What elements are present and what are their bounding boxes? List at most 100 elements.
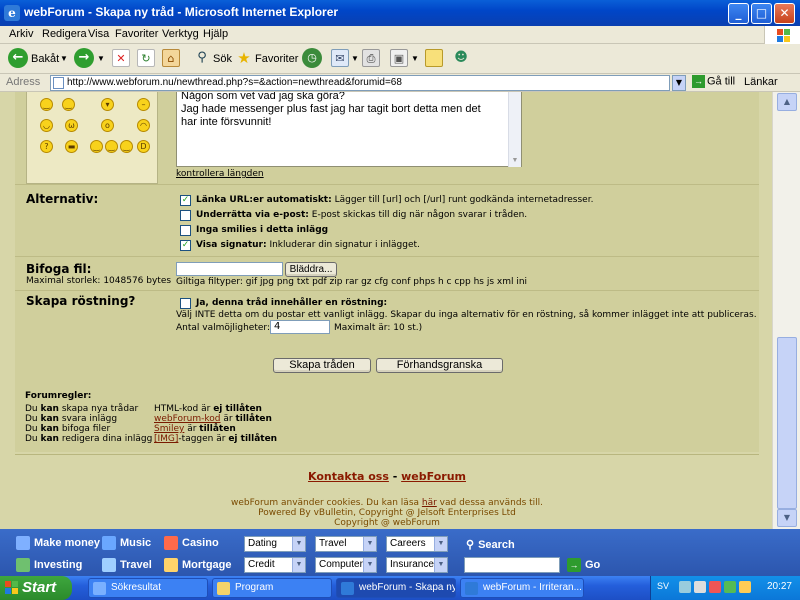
ad-search-input[interactable] [464,557,560,573]
page-scrollbar[interactable]: ▲ ▼ [772,92,800,529]
check-length-link[interactable]: kontrollera längden [176,169,264,179]
tray-icon[interactable] [709,581,721,593]
smiley-link[interactable]: Smiley [154,424,184,434]
message-textarea[interactable]: Någon som vet vad jag ska göra? Jag hade… [176,92,522,167]
textarea-scrollbar[interactable]: ▼ [508,92,521,167]
search-link[interactable]: ⚲ Search [466,538,515,551]
auto-link-checkbox[interactable]: ✓ [180,195,191,206]
investing-link[interactable]: Investing [16,558,82,572]
scroll-up-icon[interactable]: ▲ [777,93,797,111]
tray-icon[interactable] [739,581,751,593]
smiley-icon[interactable]: ‿ [40,98,53,111]
menu-item-redigera[interactable]: Redigera [42,28,87,40]
tray-icon[interactable] [694,581,706,593]
forward-dropdown-icon[interactable]: ▼ [97,48,105,70]
smiley-icon[interactable]: ◠ [137,119,150,132]
address-dropdown-icon[interactable]: ▼ [672,75,686,91]
casino-link[interactable]: Casino [164,536,219,550]
scroll-down-icon[interactable]: ▼ [510,154,520,164]
smiley-icon[interactable]: o [101,119,114,132]
preview-button[interactable]: Förhandsgranska [376,358,503,373]
careers-select[interactable]: Careers ▼ [386,536,448,552]
ad-go-button[interactable]: → Go [567,558,600,572]
edit-icon[interactable]: ▣ [390,49,408,67]
task-sokresultat[interactable]: Sökresultat [88,578,208,598]
language-indicator[interactable]: SV [657,581,669,591]
dating-select[interactable]: Dating ▼ [244,536,306,552]
print-icon[interactable]: ⎙ [362,49,380,67]
messenger-icon[interactable]: ☻ [452,49,470,67]
smiley-icon[interactable]: ‿ [105,140,118,153]
back-button[interactable]: Bakåt [31,48,59,70]
casino-icon [164,536,178,550]
refresh-icon[interactable]: ↻ [137,49,155,67]
menu-item-verktyg[interactable]: Verktyg [162,28,199,40]
poll-checkbox[interactable] [180,298,191,309]
smiley-icon[interactable]: ω [65,119,78,132]
home-icon[interactable]: ⌂ [162,49,180,67]
history-icon[interactable]: ◷ [302,48,322,68]
copyright: Copyright @ webForum [334,518,440,528]
email-notify-checkbox[interactable] [180,210,191,221]
site-link[interactable]: webForum [401,470,466,483]
attach-file-input[interactable] [176,262,283,276]
back-arrow-icon[interactable]: ← [8,48,28,68]
smiley-icon[interactable]: ‿ [90,140,103,153]
smiley-icon[interactable]: ◡ [40,119,53,132]
stop-icon[interactable]: ✕ [112,49,130,67]
webforum-code-link[interactable]: webForum-kod [154,414,221,424]
credit-select[interactable]: Credit ▼ [244,557,306,573]
no-smilies-checkbox[interactable] [180,225,191,236]
scroll-down-icon[interactable]: ▼ [777,509,797,527]
computers-select[interactable]: Computers ▼ [315,557,377,573]
cookies-link[interactable]: här [422,498,437,508]
browse-button[interactable]: Bläddra... [285,262,337,277]
search-button[interactable]: Sök [213,48,232,70]
favorites-star-icon[interactable]: ★ [235,49,253,67]
menu-item-favoriter[interactable]: Favoriter [115,28,158,40]
mail-icon[interactable]: ✉ [331,49,349,67]
mail-dropdown-icon[interactable]: ▼ [351,48,359,70]
create-thread-button[interactable]: Skapa tråden [273,358,371,373]
smiley-icon[interactable]: ▾ [101,98,114,111]
search-icon[interactable]: ⚲ [193,49,211,67]
go-button[interactable]: → Gå till [692,75,735,88]
discuss-icon[interactable] [425,49,443,67]
scrollbar-thumb[interactable] [777,337,797,509]
travel-link[interactable]: Travel [102,558,152,572]
task-webforum-new-thread[interactable]: webForum - Skapa ny... [336,578,456,598]
close-button[interactable]: ✕ [774,3,795,24]
make-money-link[interactable]: Make money [16,536,100,550]
back-dropdown-icon[interactable]: ▼ [60,48,68,70]
minimize-button[interactable]: _ [728,3,749,24]
smiley-icon[interactable]: ‿ [62,98,75,111]
edit-dropdown-icon[interactable]: ▼ [411,48,419,70]
poll-count-input[interactable]: 4 [270,320,330,334]
smiley-icon[interactable]: D [137,140,150,153]
smiley-icon[interactable]: ? [40,140,53,153]
task-program[interactable]: Program [212,578,332,598]
mortgage-link[interactable]: Mortgage [164,558,232,572]
start-button[interactable]: Start [0,576,72,600]
maximize-button[interactable]: □ [751,3,772,24]
contact-link[interactable]: Kontakta oss [308,470,389,483]
forward-arrow-icon[interactable]: → [74,48,94,68]
smiley-icon[interactable]: ‿ [120,140,133,153]
menu-item-visa[interactable]: Visa [88,28,109,40]
tray-icon[interactable] [724,581,736,593]
menu-item-hjalp[interactable]: Hjälp [203,28,228,40]
tray-icon[interactable] [679,581,691,593]
travel-select[interactable]: Travel ▼ [315,536,377,552]
music-link[interactable]: Music [102,536,151,550]
favorites-button[interactable]: Favoriter [255,48,298,70]
smiley-icon[interactable]: ▬ [65,140,78,153]
img-tag-link[interactable]: [IMG] [154,434,178,444]
smiley-icon[interactable]: – [137,98,150,111]
links-button[interactable]: Länkar [744,76,778,88]
insurance-select[interactable]: Insurance ▼ [386,557,448,573]
menu-item-arkiv[interactable]: Arkiv [9,28,33,40]
address-input[interactable]: http://www.webforum.nu/newthread.php?s=&… [50,75,670,91]
address-url[interactable]: http://www.webforum.nu/newthread.php?s=&… [67,77,402,88]
show-signature-checkbox[interactable]: ✓ [180,240,191,251]
task-webforum-irriteran[interactable]: webForum - Irriteran... [460,578,584,598]
